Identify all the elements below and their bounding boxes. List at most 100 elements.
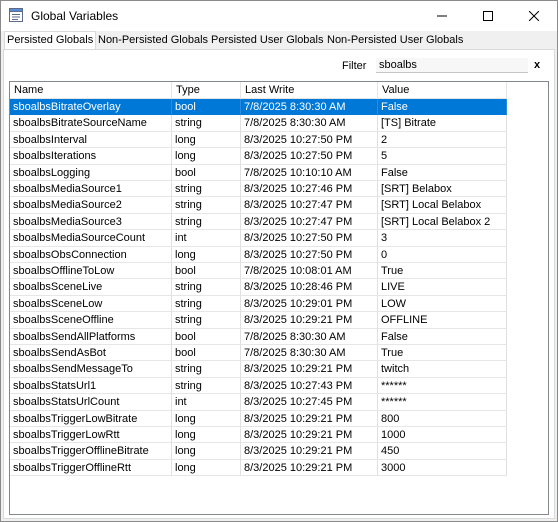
table-row[interactable]: sboalbsSceneOffline string 8/3/2025 10:29:… xyxy=(10,312,507,329)
column-header-value[interactable]: Value xyxy=(378,82,507,98)
table-row[interactable]: sboalbsTriggerOfflineRtt long 8/3/2025 10:… xyxy=(10,459,507,477)
type-cell: bool xyxy=(172,263,241,280)
table-row[interactable]: sboalbsMediaSource1 string 8/3/2025 10:27:… xyxy=(10,181,507,198)
last-write-cell: 8/3/2025 10:27:46 PM xyxy=(241,181,378,198)
table-row[interactable]: sboalbsSendAllPlatforms bool 7/8/2025 8:30… xyxy=(10,328,507,345)
tab-persisted-globals[interactable]: Persisted Globals xyxy=(4,31,97,50)
table-row[interactable]: sboalbsTriggerLowBitrate long 8/3/2025 10:… xyxy=(10,410,507,427)
title-bar[interactable]: Global Variables xyxy=(1,1,557,31)
last-write-cell: 8/3/2025 10:27:43 PM xyxy=(241,377,378,395)
value-cell: 3 xyxy=(378,230,507,247)
value-cell: 800 xyxy=(378,410,507,427)
last-write-cell: 8/3/2025 10:27:50 PM xyxy=(241,246,378,263)
type-cell: string xyxy=(172,115,241,132)
value-cell: 5 xyxy=(378,148,507,165)
type-cell: string xyxy=(172,377,241,395)
table-row[interactable]: sboalbsBitrateSourceName string 7/8/2025 8… xyxy=(10,115,507,132)
table-row[interactable]: sboalbsSendAsBot bool 7/8/2025 8:30:30 AM T… xyxy=(10,345,507,362)
table-row[interactable]: sboalbsMediaSource3 string 8/3/2025 10:27:… xyxy=(10,213,507,231)
name-cell: sboalbsTriggerOfflineBitrate xyxy=(10,443,172,460)
table-row[interactable]: sboalbsBitrateOverlay bool 7/8/2025 8:30:3… xyxy=(10,99,507,116)
last-write-cell: 7/8/2025 10:08:01 AM xyxy=(241,263,378,280)
last-write-cell: 8/3/2025 10:27:47 PM xyxy=(241,197,378,214)
tab-non-persisted-globals[interactable]: Non-Persisted Globals xyxy=(96,33,210,48)
table-row[interactable]: sboalbsTriggerOfflineBitrate long 8/3/2025… xyxy=(10,443,507,460)
type-cell: long xyxy=(172,427,241,444)
tab-non-persisted-user-globals[interactable]: Non-Persisted User Globals xyxy=(325,33,465,48)
tab-persisted-user-globals[interactable]: Persisted User Globals xyxy=(209,33,326,48)
maximize-icon xyxy=(483,11,493,21)
last-write-cell: 8/3/2025 10:27:47 PM xyxy=(241,213,378,231)
value-cell: [TS] Bitrate xyxy=(378,115,507,132)
name-cell: sboalbsLogging xyxy=(10,164,172,181)
close-button[interactable] xyxy=(511,1,557,31)
type-cell: string xyxy=(172,361,241,378)
value-cell: OFFLINE xyxy=(378,312,507,329)
name-cell: sboalbsTriggerOfflineRtt xyxy=(10,459,172,477)
name-cell: sboalbsMediaSource2 xyxy=(10,197,172,214)
name-cell: sboalbsInterval xyxy=(10,131,172,149)
last-write-cell: 8/3/2025 10:29:21 PM xyxy=(241,410,378,427)
table-row[interactable]: sboalbsSceneLive string 8/3/2025 10:28:46 … xyxy=(10,279,507,296)
name-cell: sboalbsTriggerLowBitrate xyxy=(10,410,172,427)
value-cell: True xyxy=(378,345,507,362)
name-cell: sboalbsSendMessageTo xyxy=(10,361,172,378)
minimize-button[interactable] xyxy=(419,1,465,31)
name-cell: sboalbsMediaSource3 xyxy=(10,213,172,231)
name-cell: sboalbsSceneOffline xyxy=(10,312,172,329)
table-row[interactable]: sboalbsLogging bool 7/8/2025 10:10:10 AM Fa… xyxy=(10,164,507,181)
last-write-cell: 8/3/2025 10:27:45 PM xyxy=(241,394,378,411)
name-cell: sboalbsOfflineToLow xyxy=(10,263,172,280)
value-cell: LOW xyxy=(378,295,507,313)
variables-list[interactable]: Name Type Last Write Value sboalbsBitrat… xyxy=(9,81,549,515)
column-header-type[interactable]: Type xyxy=(172,82,241,98)
table-row[interactable]: sboalbsInterval long 8/3/2025 10:27:50 PM 2 xyxy=(10,131,507,149)
type-cell: string xyxy=(172,213,241,231)
clear-filter-button[interactable]: x xyxy=(534,59,540,71)
last-write-cell: 8/3/2025 10:27:50 PM xyxy=(241,131,378,149)
table-row[interactable]: sboalbsIterations long 8/3/2025 10:27:50 P… xyxy=(10,148,507,165)
last-write-cell: 7/8/2025 8:30:30 AM xyxy=(241,345,378,362)
table-row[interactable]: sboalbsStatsUrl1 string 8/3/2025 10:27:43 … xyxy=(10,377,507,395)
type-cell: bool xyxy=(172,99,241,116)
table-row[interactable]: sboalbsStatsUrlCount int 8/3/2025 10:27:45… xyxy=(10,394,507,411)
value-cell: 0 xyxy=(378,246,507,263)
name-cell: sboalbsBitrateSourceName xyxy=(10,115,172,132)
type-cell: string xyxy=(172,181,241,198)
table-row[interactable]: sboalbsTriggerLowRtt long 8/3/2025 10:29:2… xyxy=(10,427,507,444)
value-cell: [SRT] Local Belabox 2 xyxy=(378,213,507,231)
last-write-cell: 7/8/2025 10:10:10 AM xyxy=(241,164,378,181)
type-cell: bool xyxy=(172,164,241,181)
table-row[interactable]: sboalbsOfflineToLow bool 7/8/2025 10:08:01… xyxy=(10,263,507,280)
type-cell: long xyxy=(172,410,241,427)
type-cell: int xyxy=(172,394,241,411)
maximize-button[interactable] xyxy=(465,1,511,31)
table-row[interactable]: sboalbsMediaSource2 string 8/3/2025 10:27:… xyxy=(10,197,507,214)
name-cell: sboalbsSendAllPlatforms xyxy=(10,328,172,345)
table-row[interactable]: sboalbsSendMessageTo string 8/3/2025 10:29… xyxy=(10,361,507,378)
type-cell: long xyxy=(172,131,241,149)
name-cell: sboalbsStatsUrl1 xyxy=(10,377,172,395)
table-row[interactable]: sboalbsSceneLow string 8/3/2025 10:29:01 P… xyxy=(10,295,507,313)
name-cell: sboalbsStatsUrlCount xyxy=(10,394,172,411)
type-cell: long xyxy=(172,459,241,477)
last-write-cell: 8/3/2025 10:29:01 PM xyxy=(241,295,378,313)
type-cell: int xyxy=(172,230,241,247)
table-row[interactable]: sboalbsMediaSourceCount int 8/3/2025 10:27… xyxy=(10,230,507,247)
last-write-cell: 8/3/2025 10:29:21 PM xyxy=(241,312,378,329)
value-cell: 450 xyxy=(378,443,507,460)
minimize-icon xyxy=(437,15,447,17)
app-window-icon xyxy=(9,8,23,22)
last-write-cell: 7/8/2025 8:30:30 AM xyxy=(241,99,378,116)
name-cell: sboalbsSceneLow xyxy=(10,295,172,313)
value-cell: False xyxy=(378,328,507,345)
column-header-last-write[interactable]: Last Write xyxy=(241,82,378,98)
filter-input[interactable] xyxy=(376,58,528,73)
column-header-name[interactable]: Name xyxy=(10,82,172,98)
type-cell: string xyxy=(172,312,241,329)
table-row[interactable]: sboalbsObsConnection long 8/3/2025 10:27:5… xyxy=(10,246,507,263)
type-cell: string xyxy=(172,295,241,313)
value-cell: 1000 xyxy=(378,427,507,444)
last-write-cell: 7/8/2025 8:30:30 AM xyxy=(241,328,378,345)
tab-strip: Persisted Globals Non-Persisted Globals … xyxy=(1,31,557,50)
